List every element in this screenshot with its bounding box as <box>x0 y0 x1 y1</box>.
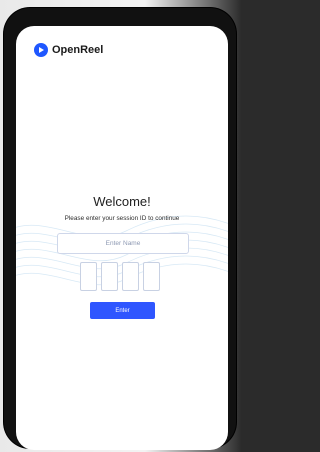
welcome-heading: Welcome! <box>93 194 151 209</box>
session-code-box-2[interactable] <box>101 262 118 291</box>
session-code-inputs <box>80 262 160 291</box>
phone-frame: OpenReel Welcome! Please enter your sess… <box>4 8 236 450</box>
session-code-box-1[interactable] <box>80 262 97 291</box>
session-code-box-3[interactable] <box>122 262 139 291</box>
enter-button[interactable]: Enter <box>90 302 155 319</box>
session-code-box-4[interactable] <box>143 262 160 291</box>
brand-logo: OpenReel <box>34 43 103 57</box>
play-icon <box>34 43 48 57</box>
welcome-subtitle: Please enter your session ID to continue <box>64 215 180 222</box>
brand-name: OpenReel <box>52 44 104 56</box>
name-input[interactable] <box>57 233 189 254</box>
phone-screen: OpenReel Welcome! Please enter your sess… <box>16 26 228 450</box>
